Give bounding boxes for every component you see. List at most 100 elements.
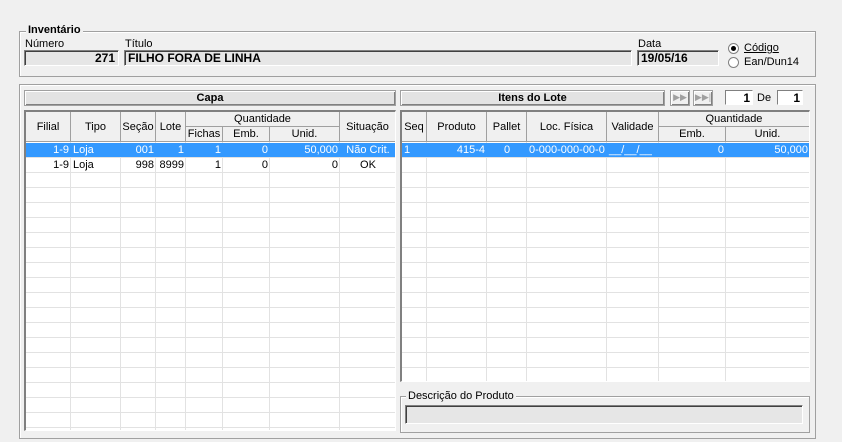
- capa-cell-tipo: Loja: [73, 159, 94, 171]
- itens-col-pallet[interactable]: Pallet: [487, 112, 527, 142]
- grid-line-v: [185, 142, 186, 430]
- next-page-button[interactable]: ▶▶: [670, 90, 690, 106]
- capa-cell-situacao: OK: [360, 159, 376, 171]
- grid-line-h: [402, 337, 809, 338]
- data-label: Data: [638, 38, 662, 50]
- capa-col-situacao[interactable]: Situação: [340, 112, 395, 142]
- capa-col-filial[interactable]: Filial: [26, 112, 71, 142]
- itens-col-validade[interactable]: Validade: [607, 112, 659, 142]
- radio-ean[interactable]: [728, 57, 739, 68]
- capa-col-lote[interactable]: Lote: [156, 112, 186, 142]
- itens-cell-validade: __/__/__: [609, 144, 652, 156]
- grid-line-h: [26, 247, 395, 248]
- itens-cell-produto: 415-4: [456, 144, 485, 156]
- itens-col-emb[interactable]: Emb.: [659, 127, 726, 142]
- capa-row[interactable]: 1-9 Loja 998 8999 1 0 0 OK: [26, 158, 395, 172]
- capa-grid[interactable]: Filial Tipo Seção Lote Quantidade Fichas…: [24, 110, 396, 431]
- itens-cell-unid: 50,000: [774, 144, 808, 156]
- grid-line-h: [26, 397, 395, 398]
- grid-line-h: [26, 412, 395, 413]
- capa-cell-tipo: Loja: [73, 144, 94, 156]
- radio-codigo[interactable]: [728, 43, 739, 54]
- capa-col-unid[interactable]: Unid.: [270, 127, 340, 142]
- capa-row[interactable]: 1-9 Loja 001 1 1 0 50,000 Não Crit.: [26, 143, 395, 157]
- grid-line-h: [26, 187, 395, 188]
- capa-cell-lote: 1: [177, 144, 184, 156]
- itens-col-seq[interactable]: Seq: [402, 112, 427, 142]
- grid-line-h: [402, 187, 809, 188]
- capa-cell-lote: 8999: [159, 159, 184, 171]
- itens-col-produto[interactable]: Produto: [427, 112, 487, 142]
- capa-cell-fichas: 1: [214, 159, 221, 171]
- capa-cell-situacao: Não Crit.: [346, 144, 390, 156]
- page-separator: De: [757, 92, 772, 104]
- capa-col-secao[interactable]: Seção: [121, 112, 156, 142]
- inventario-legend: Inventário: [26, 24, 83, 36]
- grid-line-h: [26, 217, 395, 218]
- grid-line-h: [402, 322, 809, 323]
- page-current-field[interactable]: 1: [725, 90, 753, 105]
- grid-line-v: [339, 142, 340, 430]
- capa-cell-unid: 50,000: [304, 144, 338, 156]
- grid-line-v: [222, 142, 223, 430]
- grid-line-h: [402, 262, 809, 263]
- grid-line-h: [26, 202, 395, 203]
- itens-col-loc[interactable]: Loc. Física: [527, 112, 607, 142]
- grid-line-h: [26, 382, 395, 383]
- capa-cell-emb: 0: [261, 144, 268, 156]
- last-page-button[interactable]: ▶▶|: [693, 90, 713, 106]
- grid-line-h: [26, 307, 395, 308]
- numero-label: Número: [25, 38, 65, 50]
- grid-line-h: [26, 232, 395, 233]
- grid-line-h: [26, 367, 395, 368]
- capa-cell-unid: 0: [331, 159, 338, 171]
- page-total-field: 1: [777, 90, 803, 105]
- grid-line-h: [402, 352, 809, 353]
- descricao-field: [405, 405, 803, 424]
- grid-line-h: [402, 232, 809, 233]
- grid-line-v: [155, 142, 156, 430]
- capa-col-fichas[interactable]: Fichas: [186, 127, 223, 142]
- grid-line-h: [402, 367, 809, 368]
- grid-line-h: [402, 172, 809, 173]
- itens-cell-pallet: 0: [503, 144, 511, 156]
- grid-line-h: [26, 427, 395, 428]
- grid-line-h: [402, 307, 809, 308]
- capa-cell-fichas: 1: [214, 144, 221, 156]
- capa-col-tipo[interactable]: Tipo: [71, 112, 121, 142]
- itens-grid[interactable]: Seq Produto Pallet Loc. Física Validade …: [400, 110, 810, 382]
- numero-field: 271: [24, 50, 119, 66]
- itens-header: Itens do Lote: [400, 90, 665, 106]
- capa-header: Capa: [24, 90, 396, 106]
- itens-row[interactable]: 1 415-4 0 0-000-000-00-0 __/__/__ 0 50,0…: [402, 143, 809, 157]
- data-field: 19/05/16: [637, 50, 719, 66]
- itens-col-unid[interactable]: Unid.: [726, 127, 809, 142]
- descricao-legend: Descrição do Produto: [406, 390, 516, 402]
- capa-col-quantidade: Quantidade: [186, 112, 340, 127]
- grid-line-h: [402, 202, 809, 203]
- grid-line-h: [26, 172, 395, 173]
- grid-line-v: [395, 142, 396, 430]
- grid-line-h: [402, 157, 809, 158]
- grid-line-v: [269, 142, 270, 430]
- itens-cell-loc: 0-000-000-00-0: [529, 144, 605, 156]
- capa-cell-emb: 0: [261, 159, 268, 171]
- titulo-field: FILHO FORA DE LINHA: [124, 50, 632, 66]
- capa-col-emb[interactable]: Emb.: [223, 127, 270, 142]
- radio-codigo-label[interactable]: Código: [744, 42, 779, 54]
- itens-cell-emb: 0: [717, 144, 724, 156]
- grid-line-h: [402, 292, 809, 293]
- grid-line-h: [402, 217, 809, 218]
- grid-line-h: [26, 337, 395, 338]
- grid-line-h: [26, 262, 395, 263]
- grid-line-v: [120, 142, 121, 430]
- grid-line-h: [402, 247, 809, 248]
- grid-line-h: [26, 322, 395, 323]
- grid-line-h: [26, 277, 395, 278]
- capa-cell-secao: 001: [135, 144, 154, 156]
- itens-col-quantidade: Quantidade: [659, 112, 809, 127]
- grid-line-h: [402, 277, 809, 278]
- radio-ean-label[interactable]: Ean/Dun14: [744, 56, 799, 68]
- capa-cell-filial: 1-9: [53, 144, 69, 156]
- capa-cell-secao: 998: [135, 159, 154, 171]
